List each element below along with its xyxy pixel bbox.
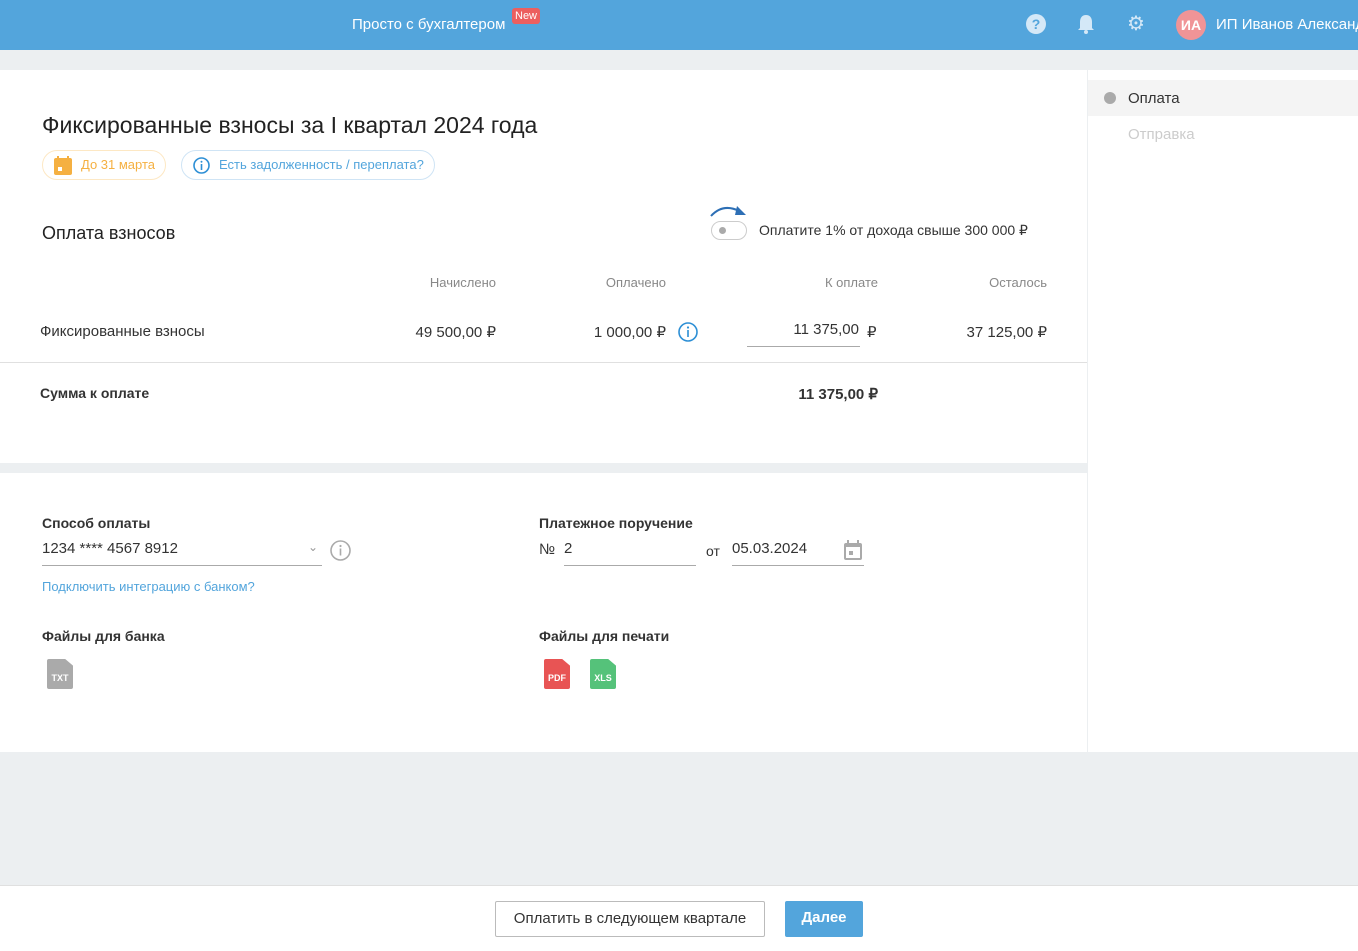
total-label: Сумма к оплате <box>40 385 150 401</box>
user-name[interactable]: ИП Иванов Александр <box>1216 16 1358 33</box>
col-paid: Оплачено <box>605 275 666 290</box>
pay-next-quarter-button[interactable]: Оплатить в следующем квартале <box>495 901 765 937</box>
order-label: Платежное поручение <box>539 515 693 531</box>
bell-icon[interactable] <box>1075 13 1097 35</box>
calendar-icon[interactable] <box>844 540 862 560</box>
app-title[interactable]: Просто с бухгалтером <box>352 16 505 33</box>
order-date-input[interactable]: 05.03.2024 <box>732 540 864 566</box>
toggle-label: Оплатите 1% от дохода свыше 300 000 ₽ <box>759 222 1028 238</box>
chevron-down-icon: ⌄ <box>307 540 318 554</box>
xls-file-icon[interactable]: XLS <box>590 659 616 689</box>
steps-sidebar: Оплата Отправка <box>1088 70 1358 752</box>
print-files-label: Файлы для печати <box>539 628 670 644</box>
step-label: Оплата <box>1128 90 1180 107</box>
row-name: Фиксированные взносы <box>40 323 205 340</box>
section-title: Оплата взносов <box>42 223 176 243</box>
page-title: Фиксированные взносы за I квартал 2024 г… <box>42 112 538 138</box>
info-icon[interactable] <box>678 322 698 342</box>
date-prefix: от <box>706 543 720 559</box>
info-icon[interactable] <box>330 540 351 561</box>
debt-link-text: Есть задолженность / переплата? <box>219 157 424 172</box>
calendar-icon <box>54 156 72 175</box>
col-to-pay: К оплате <box>824 275 878 290</box>
bank-files-label: Файлы для банка <box>42 628 165 644</box>
order-number: 2 <box>564 540 573 557</box>
svg-text:?: ? <box>1032 16 1041 32</box>
gear-icon[interactable]: ⚙ <box>1125 13 1147 35</box>
info-icon <box>193 157 210 174</box>
total-value: 11 375,00 ₽ <box>798 386 878 403</box>
payment-method-select[interactable]: 1234 **** 4567 8912 ⌄ <box>42 540 322 566</box>
debt-link[interactable]: Есть задолженность / переплата? <box>181 150 435 180</box>
step-sending[interactable]: Отправка <box>1128 126 1195 143</box>
col-remaining: Осталось <box>989 275 1047 290</box>
method-value: 1234 **** 4567 8912 <box>42 540 178 557</box>
divider <box>0 362 1087 363</box>
to-pay-currency: ₽ <box>867 324 877 341</box>
to-pay-value: 11 375,00 <box>793 321 859 338</box>
next-button[interactable]: Далее <box>785 901 863 937</box>
step-dot-icon <box>1104 92 1116 104</box>
remaining-value: 37 125,00 ₽ <box>966 324 1047 341</box>
step-payment[interactable]: Оплата <box>1088 80 1358 116</box>
help-icon[interactable]: ? <box>1025 13 1047 35</box>
method-label: Способ оплаты <box>42 515 151 531</box>
order-date: 05.03.2024 <box>732 540 808 557</box>
deadline-text: До 31 марта <box>81 157 156 172</box>
pdf-file-icon[interactable]: PDF <box>544 659 570 689</box>
to-pay-input[interactable]: 11 375,00 <box>747 321 860 347</box>
txt-file-icon[interactable]: TXT <box>47 659 73 689</box>
one-percent-toggle[interactable] <box>711 221 747 240</box>
arrow-hint-icon <box>710 206 746 217</box>
accrued-value: 49 500,00 ₽ <box>415 324 496 341</box>
new-badge: New <box>512 8 541 24</box>
col-accrued: Начислено <box>429 275 496 290</box>
paid-value: 1 000,00 ₽ <box>593 324 666 341</box>
bank-integration-link[interactable]: Подключить интеграцию с банком? <box>42 579 255 594</box>
deadline-chip: До 31 марта <box>42 150 167 180</box>
number-prefix: № <box>539 541 556 558</box>
top-bar: Просто с бухгалтером New ? ⚙ ИА ИП Ивано… <box>0 0 1358 50</box>
order-number-input[interactable]: 2 <box>564 540 696 566</box>
avatar[interactable]: ИА <box>1176 10 1206 40</box>
